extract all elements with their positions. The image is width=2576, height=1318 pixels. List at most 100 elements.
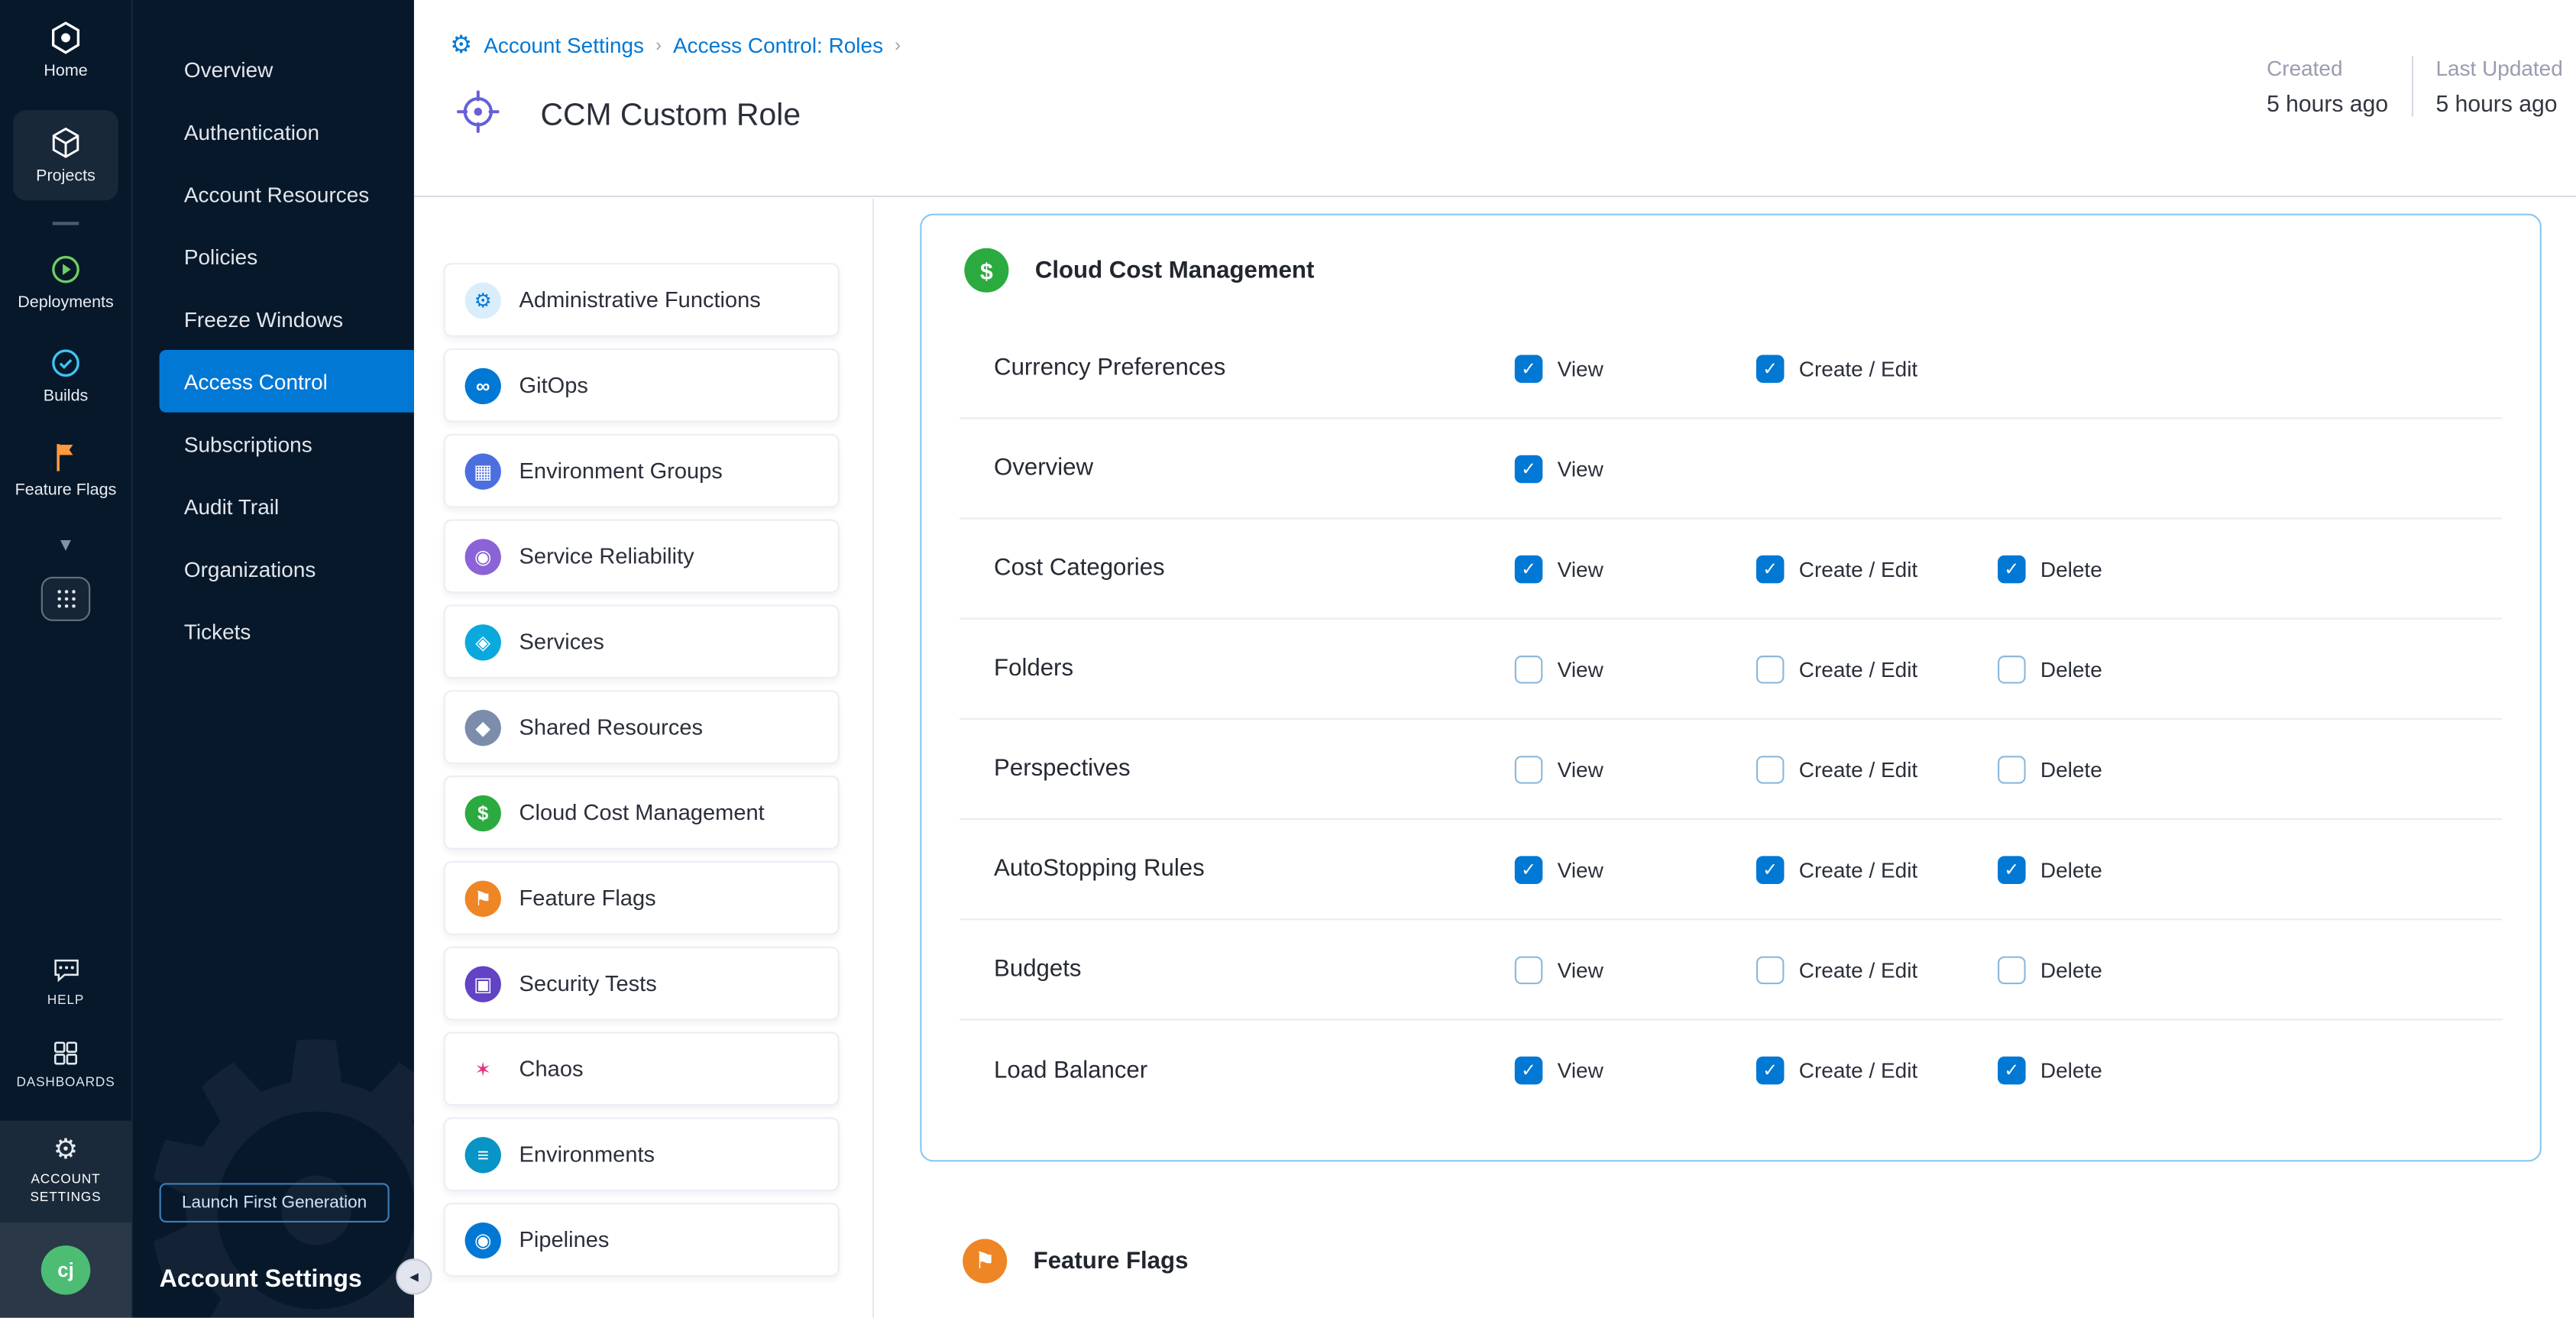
checkbox-label: Delete	[2040, 857, 2102, 881]
checkbox-label: Create / Edit	[1799, 756, 1917, 781]
launch-first-generation-button[interactable]: Launch First Generation	[160, 1184, 390, 1223]
sidebar-item-tickets[interactable]: Tickets	[133, 600, 414, 662]
rail-item-dashboards[interactable]: DASHBOARDS	[0, 1030, 131, 1097]
permissions-card-header: $ Cloud Cost Management	[960, 215, 2502, 319]
breadcrumb-link-roles[interactable]: Access Control: Roles	[673, 33, 883, 57]
checkbox-create_edit-cost-categories[interactable]: ✓	[1756, 555, 1785, 583]
breadcrumb-link-account-settings[interactable]: Account Settings	[484, 33, 644, 57]
last-updated-value: 5 hours ago	[2435, 90, 2562, 116]
rail-item-help[interactable]: HELP	[0, 946, 131, 1015]
resource-card-chaos[interactable]: ✶Chaos	[444, 1032, 840, 1106]
checkbox-delete-budgets[interactable]	[1998, 956, 2026, 984]
checkbox-label: Create / Edit	[1799, 857, 1917, 881]
permission-row-label: Cost Categories	[960, 555, 1515, 581]
checkbox-view-budgets[interactable]	[1515, 956, 1543, 984]
permission-cell-create_edit: Create / Edit	[1756, 755, 1998, 783]
rail-item-builds[interactable]: Builds	[0, 335, 131, 416]
resource-card-services[interactable]: ◈Services	[444, 604, 840, 678]
permission-cell-create_edit: ✓ Create / Edit	[1756, 855, 1998, 883]
resource-card-feature-flags[interactable]: ⚑Feature Flags	[444, 861, 840, 935]
checkbox-label: View	[1558, 356, 1604, 381]
sidebar-item-policies[interactable]: Policies	[133, 225, 414, 288]
checkbox-create_edit-perspectives[interactable]	[1756, 755, 1785, 783]
checkbox-create_edit-currency-preferences[interactable]: ✓	[1756, 354, 1785, 382]
builds-icon	[47, 345, 83, 381]
permission-cell-view: ✓View	[1515, 1057, 1756, 1085]
permission-cell-view: ✓View	[1515, 855, 1756, 883]
sidebar-item-access-control[interactable]: Access Control	[160, 350, 414, 413]
permission-row-label: AutoStopping Rules	[960, 856, 1515, 882]
admin-functions-icon: ⚙	[465, 282, 501, 318]
checkbox-label: Create / Edit	[1799, 356, 1917, 381]
checkbox-delete-perspectives[interactable]	[1998, 755, 2026, 783]
feature-flags-circle-icon: ⚑	[465, 880, 501, 916]
sidebar-item-organizations[interactable]: Organizations	[133, 537, 414, 600]
sidebar-title: Account Settings	[160, 1265, 362, 1294]
checkbox-view-cost-categories[interactable]: ✓	[1515, 555, 1543, 583]
resource-card-environments[interactable]: ≡Environments	[444, 1117, 840, 1191]
resource-card-gitops[interactable]: ∞GitOps	[444, 348, 840, 423]
chevron-down-icon[interactable]: ▼	[57, 536, 74, 555]
feature-flags-section-header: ⚑ Feature Flags	[963, 1239, 1188, 1283]
permission-cell-create_edit: ✓Create / Edit	[1756, 1057, 1998, 1085]
checkbox-label: Delete	[2040, 1058, 2102, 1083]
permission-cell-create_edit: ✓Create / Edit	[1756, 555, 1998, 583]
resource-card-cloud-cost-management[interactable]: $Cloud Cost Management	[444, 776, 840, 850]
harness-home-icon	[47, 20, 83, 56]
resource-category-list: ⚙Administrative Functions ∞GitOps ▦Environ…	[414, 199, 874, 1318]
checkbox-create_edit-budgets[interactable]	[1756, 956, 1785, 984]
permission-row-folders: FoldersViewCreate / EditDelete	[960, 620, 2502, 720]
feature-flags-circle-icon: ⚑	[963, 1239, 1007, 1283]
module-browser-button[interactable]	[41, 577, 91, 621]
created-label: Created	[2267, 56, 2388, 80]
help-chat-icon	[50, 954, 82, 986]
permission-cell-view: View	[1515, 655, 1756, 683]
checkbox-view-perspectives[interactable]	[1515, 755, 1543, 783]
resource-card-security-tests[interactable]: ▣Security Tests	[444, 947, 840, 1021]
projects-cube-icon	[47, 125, 83, 160]
permission-cell-create_edit: Create / Edit	[1756, 655, 1998, 683]
resource-card-environment-groups[interactable]: ▦Environment Groups	[444, 434, 840, 508]
permission-row-perspectives: PerspectivesViewCreate / EditDelete	[960, 720, 2502, 820]
checkbox-delete-cost-categories[interactable]: ✓	[1998, 555, 2026, 583]
permission-row-label: Perspectives	[960, 756, 1515, 782]
resource-card-service-reliability[interactable]: ◉Service Reliability	[444, 520, 840, 594]
resource-card-shared-resources[interactable]: ◆Shared Resources	[444, 690, 840, 764]
checkbox-create_edit-load-balancer[interactable]: ✓	[1756, 1057, 1785, 1085]
rail-item-account-settings[interactable]: ⚙ACCOUNT SETTINGS	[0, 1120, 131, 1222]
checkbox-delete-folders[interactable]	[1998, 655, 2026, 683]
checkbox-delete-autostopping-rules[interactable]: ✓	[1998, 855, 2026, 883]
sidebar-item-overview[interactable]: Overview	[133, 37, 414, 100]
sidebar-item-subscriptions[interactable]: Subscriptions	[133, 413, 414, 475]
checkbox-view-autostopping-rules[interactable]: ✓	[1515, 855, 1543, 883]
permission-cell-create_edit: Create / Edit	[1756, 956, 1998, 984]
title-row: CCM Custom Role	[454, 87, 801, 144]
sidebar-item-audit-trail[interactable]: Audit Trail	[133, 474, 414, 537]
resource-card-administrative-functions[interactable]: ⚙Administrative Functions	[444, 263, 840, 337]
content-area: ⚙Administrative Functions ∞GitOps ▦Environ…	[414, 199, 2576, 1318]
cloud-cost-icon: $	[964, 248, 1008, 293]
checkbox-delete-load-balancer[interactable]: ✓	[1998, 1057, 2026, 1085]
resource-card-pipelines[interactable]: ◉Pipelines	[444, 1203, 840, 1277]
checkbox-view-load-balancer[interactable]: ✓	[1515, 1057, 1543, 1085]
sidebar-item-account-resources[interactable]: Account Resources	[133, 163, 414, 225]
checkbox-label: View	[1558, 656, 1604, 681]
sidebar-item-authentication[interactable]: Authentication	[133, 100, 414, 163]
checkbox-create_edit-folders[interactable]	[1756, 655, 1785, 683]
sidebar-item-freeze-windows[interactable]: Freeze Windows	[133, 287, 414, 350]
permission-row-load-balancer: Load Balancer✓View✓Create / Edit✓Delete	[960, 1020, 2502, 1120]
checkbox-view-folders[interactable]	[1515, 655, 1543, 683]
resource-card-label: GitOps	[519, 373, 588, 397]
page-title: CCM Custom Role	[541, 98, 801, 134]
next-section-title: Feature Flags	[1034, 1248, 1189, 1274]
rail-item-label: Home	[44, 63, 87, 81]
checkbox-create_edit-autostopping-rules[interactable]: ✓	[1756, 855, 1785, 883]
gear-icon: ⚙	[53, 1135, 79, 1164]
checkbox-view-currency-preferences[interactable]: ✓	[1515, 354, 1543, 382]
rail-item-feature-flags[interactable]: Feature Flags	[0, 429, 131, 509]
avatar[interactable]: cj	[41, 1245, 91, 1295]
checkbox-view-overview[interactable]: ✓	[1515, 455, 1543, 483]
rail-item-home[interactable]: Home	[0, 10, 131, 90]
rail-item-deployments[interactable]: Deployments	[0, 241, 131, 322]
rail-item-projects[interactable]: Projects	[13, 110, 118, 200]
